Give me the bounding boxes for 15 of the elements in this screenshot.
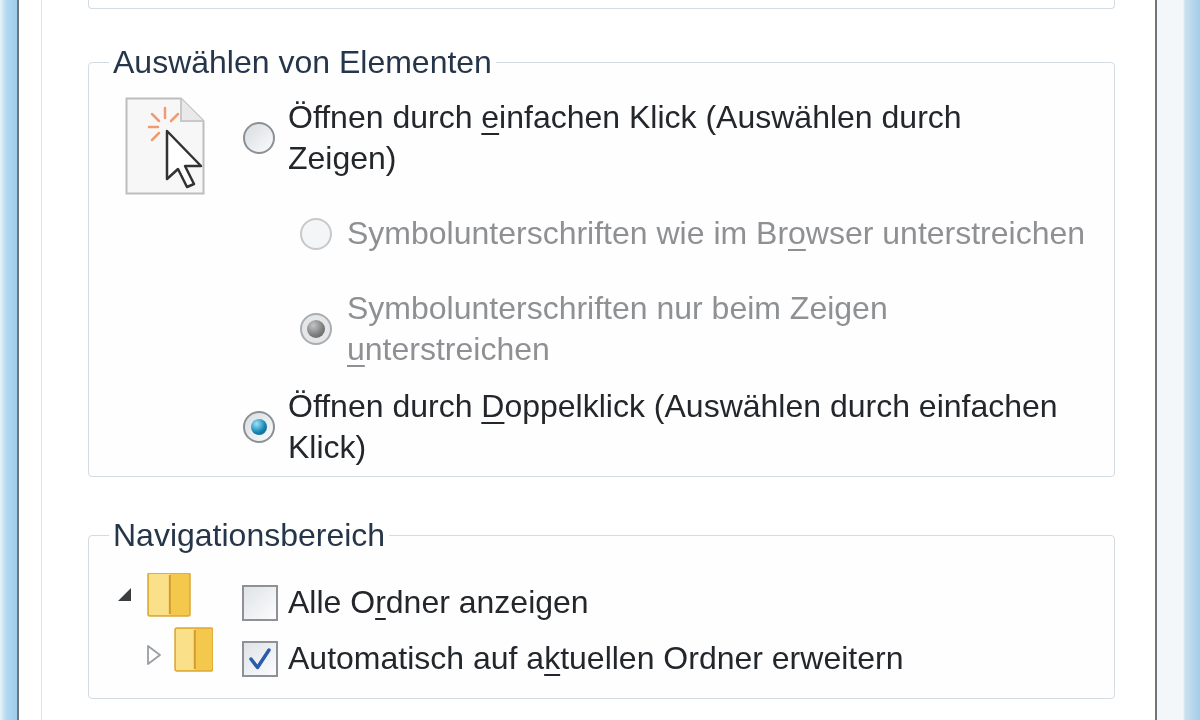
group-title: Auswählen von Elementen [112, 44, 493, 80]
page-pointer-icon [125, 97, 205, 195]
option-label: Öffnen durch Doppelklick (Auswählen durch einfachen Klick) [288, 387, 1059, 467]
checkbox[interactable] [242, 584, 278, 621]
group-title: Navigationsbereich [112, 517, 387, 553]
radio-button[interactable] [243, 411, 275, 443]
checkmark-icon [249, 647, 271, 670]
option-label: Automatisch auf aktuellen Ordner erweitern [288, 639, 904, 678]
option-label: Symbolunterschriften wie im Browser unterstreichen [347, 214, 1087, 253]
radio-button[interactable] [243, 122, 275, 154]
option-label: Alle Ordner anzeigen [288, 583, 589, 622]
option-label: Symbolunterschriften nur beim Zeigen unterstreichen [347, 289, 889, 369]
checkbox[interactable] [242, 640, 278, 677]
option-label: Öffnen durch einfachen Klick (Auswählen durch Zeigen) [288, 98, 963, 178]
folder-tree-icon [118, 573, 213, 672]
